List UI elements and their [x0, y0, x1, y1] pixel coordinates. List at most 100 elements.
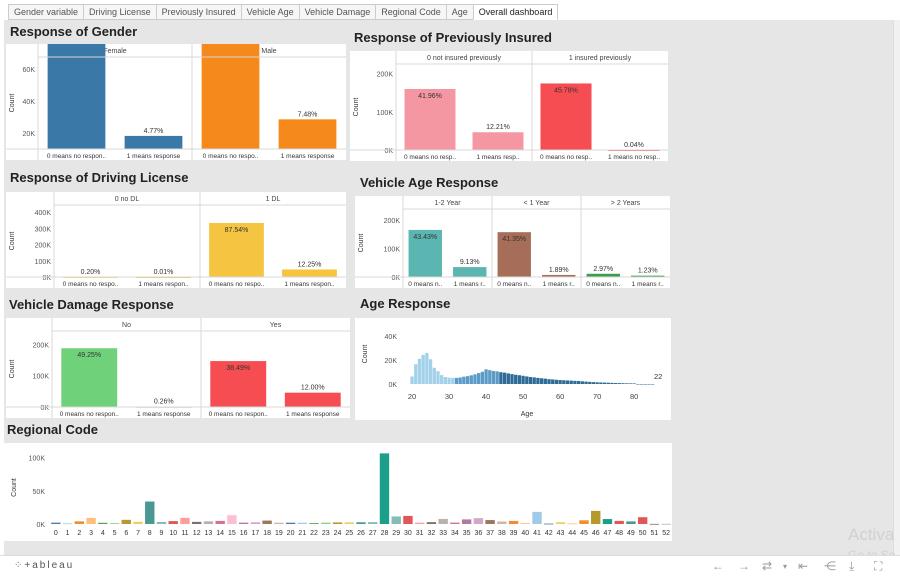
category-label: 0 means no respo.. [63, 281, 119, 288]
bar [356, 522, 366, 524]
category-label: 0 means no resp.. [540, 154, 592, 161]
bar [532, 511, 542, 524]
category-label: 10 [169, 530, 177, 537]
data-label: 1.89% [549, 267, 569, 274]
bar [497, 521, 507, 524]
y-tick-label: 200K [35, 243, 52, 250]
tab-driving-license[interactable]: Driving License [83, 4, 156, 20]
tab-overall-dashboard[interactable]: Overall dashboard [472, 4, 559, 20]
revert-icon[interactable]: ⇄ [762, 559, 772, 573]
x-axis-label: Age [521, 411, 534, 418]
category-label: 19 [275, 530, 283, 537]
histogram-bar [628, 383, 633, 384]
bar [520, 523, 530, 524]
histogram-bar [625, 383, 629, 384]
vertical-scrollbar[interactable] [893, 20, 900, 555]
category-label: 1 means response [286, 411, 340, 418]
histogram-bar [565, 380, 570, 384]
category-label: 0 means n.. [586, 281, 620, 288]
bar [649, 523, 660, 525]
category-label: 6 [124, 530, 128, 537]
x-tick-label: 80 [630, 392, 638, 401]
histogram-bar [510, 374, 514, 384]
category-label: 2 [77, 530, 81, 537]
damage-title: Vehicle Damage Response [9, 297, 174, 312]
gender-chart: 20K40K60KCountFemale41.15%0 means no res… [6, 44, 346, 160]
fullscreen-icon[interactable]: ⛶ [874, 559, 882, 574]
y-tick-label: 40K [385, 334, 398, 341]
panel-header: Female [103, 48, 126, 55]
insured-chart: 0K 100K 200K Count 0 not insured previously 4… [350, 51, 668, 161]
bar [145, 501, 155, 524]
histogram-bar [647, 383, 651, 385]
category-label: 12 [193, 530, 201, 537]
histogram-bar [495, 371, 499, 384]
age-chart: 0K 20K 40K 20 30 40 50 60 70 80 22 Age Count [355, 318, 671, 420]
histogram-bar [595, 382, 599, 384]
data-label: 1.23% [638, 268, 658, 275]
category-label: 13 [205, 530, 213, 537]
histogram-bar [521, 375, 525, 384]
bar [274, 522, 284, 524]
category-label: 1 [66, 530, 70, 537]
tab-vehicle-age[interactable]: Vehicle Age [240, 4, 299, 20]
category-label: 36 [474, 530, 482, 537]
revert-dropdown-icon[interactable]: ▾ [783, 562, 787, 571]
y-axis-label: Count [9, 94, 16, 113]
bar [579, 520, 589, 524]
y-tick-label: 0K [388, 382, 397, 389]
tab-gender-variable[interactable]: Gender variable [8, 4, 84, 20]
category-label: 0 means no respo.. [209, 281, 265, 288]
histogram-bar [551, 379, 555, 384]
tab-previously-insured[interactable]: Previously Insured [155, 4, 241, 20]
category-label: 4 [101, 530, 105, 537]
category-label: 25 [345, 530, 353, 537]
x-tick-label: 50 [519, 392, 527, 401]
category-label: 47 [604, 530, 612, 537]
bar [201, 44, 260, 149]
histogram-bar [484, 369, 488, 384]
chart-background [355, 318, 671, 420]
histogram-bar [617, 383, 621, 384]
data-label: 12.00% [301, 385, 325, 392]
histogram-bar [613, 383, 618, 384]
tab-regional-code[interactable]: Regional Code [375, 4, 446, 20]
panel-header: Yes [270, 322, 282, 329]
tab-vehicle-damage[interactable]: Vehicle Damage [298, 4, 376, 20]
panel-header: 1 DL [266, 196, 281, 203]
region-chart: 0 1 2 3 4 5 6 7 8 9 10 11 12 13 14 15 16 17 18 19 20 21 22 23 24… [4, 443, 672, 541]
undo-icon[interactable]: ← [712, 559, 724, 573]
y-tick-label: 100K [29, 456, 46, 463]
data-label: 87.54% [225, 227, 249, 234]
histogram-bar [602, 382, 607, 384]
category-label: 11 [181, 530, 188, 537]
category-label: 15 [228, 530, 236, 537]
pause-icon[interactable]: ⇤ [798, 559, 808, 573]
data-label: 38.49% [226, 365, 250, 372]
x-tick-label: 70 [593, 392, 601, 401]
download-icon[interactable]: ⤓ [849, 559, 854, 574]
y-tick-label: 100K [33, 374, 50, 381]
category-label: 49 [627, 530, 635, 537]
y-tick-label: 400K [35, 210, 52, 217]
category-label: 1 means r.. [632, 281, 664, 288]
bar [391, 516, 401, 524]
category-label: 18 [263, 530, 271, 537]
bar [285, 522, 296, 524]
tab-age[interactable]: Age [445, 4, 473, 20]
histogram-bar [554, 379, 559, 384]
bar [124, 135, 183, 149]
category-label: 29 [392, 530, 400, 537]
category-label: 21 [298, 530, 306, 537]
redo-icon[interactable]: → [738, 559, 750, 573]
y-axis-label: Count [9, 360, 16, 379]
y-axis-label: Count [11, 478, 18, 497]
bar [227, 515, 237, 524]
share-icon[interactable]: ⋲ [824, 559, 836, 573]
y-axis-label: Count [358, 234, 365, 253]
histogram-bar [506, 373, 510, 384]
category-label: 0 means no respon.. [60, 411, 119, 418]
histogram-bar [477, 373, 481, 384]
bar [591, 510, 601, 524]
bar [168, 521, 178, 524]
